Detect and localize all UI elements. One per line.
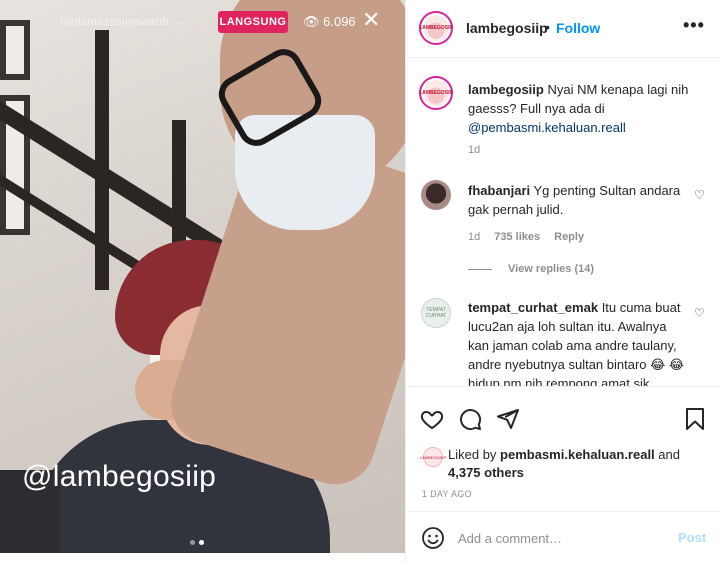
carousel-dot[interactable] [190, 540, 195, 545]
comment-reply-button[interactable]: Reply [554, 231, 584, 243]
commenter-avatar[interactable] [421, 180, 451, 210]
comment-like-heart-icon[interactable]: ♡ [694, 188, 705, 202]
commenter-avatar-logo: TEMPAT CURHAT [425, 307, 447, 319]
caption-mention-link[interactable]: @pembasmi.kehaluan.reall [468, 120, 626, 135]
author-avatar[interactable]: LAMBEGOSIP [419, 11, 453, 45]
live-username: nikitamirzanimawardi [60, 15, 184, 28]
liked-by-user-link[interactable]: pembasmi.kehaluan.reall [500, 447, 655, 462]
post-age: 1 DAY AGO [422, 489, 472, 499]
live-viewer-count: 👁 6.096 [303, 14, 356, 29]
liked-by-text: Liked by pembasmi.kehaluan.reall and 4,3… [448, 446, 708, 482]
comment-icon[interactable] [458, 407, 482, 431]
share-icon[interactable] [496, 407, 520, 431]
comment-time: 1d [468, 231, 481, 243]
liked-by-and: and [658, 447, 680, 462]
post-comment-button[interactable]: Post [678, 530, 706, 545]
header-separator: • [545, 19, 550, 35]
close-icon: ✕ [362, 7, 381, 32]
caption-avatar[interactable]: LAMBEGOSIP [419, 76, 453, 110]
caption-time: 1d [468, 144, 481, 156]
caption-username[interactable]: lambegosiip [468, 82, 544, 97]
stair-post [95, 30, 109, 290]
live-badge: LANGSUNG [218, 11, 288, 33]
carousel-indicator [190, 540, 204, 545]
liked-by-avatar-logo: LAMBEGOSIP [419, 454, 447, 460]
commenter-username[interactable]: fhabanjari [468, 183, 530, 198]
view-replies-label: View replies (14) [508, 263, 595, 275]
add-comment-bar: Post [406, 511, 720, 563]
comment-likes[interactable]: 735 likes [494, 231, 540, 243]
comment-text: tempat_curhat_emak Itu cuma buat lucu2an… [468, 298, 688, 386]
author-username[interactable]: lambegosiip [466, 20, 548, 36]
carousel-dot-active[interactable] [199, 540, 204, 545]
live-viewer-number: 6.096 [323, 14, 356, 29]
media-watermark: @lambegosiip [22, 460, 217, 493]
commenter-username[interactable]: tempat_curhat_emak [468, 300, 598, 315]
heart-icon[interactable] [420, 407, 444, 431]
follow-button[interactable]: Follow [556, 20, 600, 36]
post-media[interactable]: nikitamirzanimawardi LANGSUNG 👁 6.096 ✕ … [0, 0, 405, 553]
bookmark-icon[interactable] [683, 407, 707, 431]
caption-text: lambegosiip Nyai NM kenapa lagi nih gaes… [468, 80, 708, 137]
view-replies-button[interactable]: View replies (14) [468, 263, 594, 275]
emoji-icon[interactable] [421, 526, 445, 550]
liked-by-avatar[interactable]: LAMBEGOSIP [419, 447, 447, 467]
live-overlay: nikitamirzanimawardi LANGSUNG 👁 6.096 ✕ [0, 7, 405, 36]
liked-by-others-link[interactable]: 4,375 others [448, 465, 524, 480]
comment-meta: 1d 735 likes Reply [468, 231, 584, 243]
commenter-avatar[interactable]: TEMPAT CURHAT [421, 298, 451, 328]
post-header: LAMBEGOSIP lambegosiip • Follow ••• [406, 0, 720, 58]
caption-avatar-logo: LAMBEGOSIP [419, 80, 453, 106]
more-options-icon[interactable]: ••• [683, 15, 705, 36]
comment-text: fhabanjari Yg penting Sultan andara gak … [468, 181, 688, 219]
author-avatar-logo: LAMBEGOSIP [419, 15, 453, 41]
post-panel: LAMBEGOSIP lambegosiip • Follow ••• LAMB… [405, 0, 720, 563]
comment-input[interactable] [458, 527, 668, 549]
liked-by-prefix: Liked by [448, 447, 497, 462]
comments-list[interactable]: LAMBEGOSIP lambegosiip Nyai NM kenapa la… [406, 58, 720, 386]
comment-like-heart-icon[interactable]: ♡ [694, 306, 705, 320]
replies-divider-line [468, 268, 492, 270]
